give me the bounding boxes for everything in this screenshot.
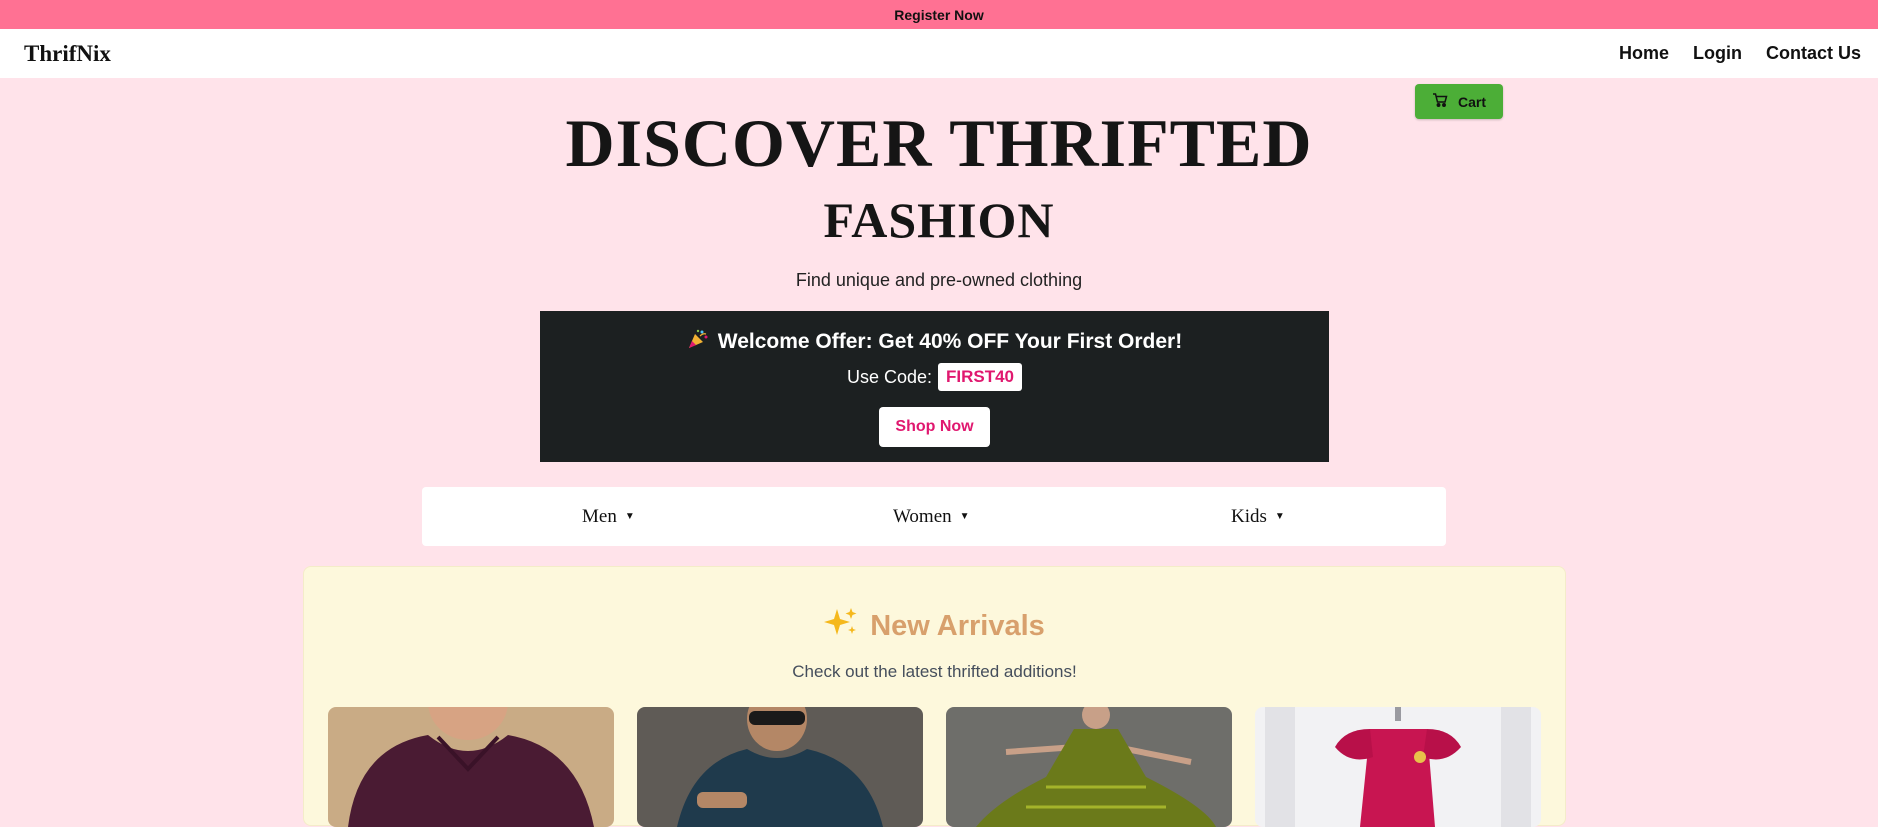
offer-title-row: Welcome Offer: Get 40% OFF Your First Or…: [540, 328, 1329, 356]
welcome-offer-banner: Welcome Offer: Get 40% OFF Your First Or…: [540, 311, 1329, 462]
hero-tagline: Find unique and pre-owned clothing: [795, 270, 1083, 290]
new-arrivals-title: New Arrivals: [870, 609, 1045, 642]
offer-code-label: Use Code:: [846, 366, 932, 387]
product-image-women-dress: [946, 707, 1232, 827]
new-arrivals-subtitle: Check out the latest thrifted additions!: [792, 662, 1077, 681]
offer-code-row: Use Code: FIRST40: [540, 363, 1329, 391]
chevron-down-icon: ▼: [1274, 511, 1285, 522]
product-image-men-polo: [328, 707, 614, 827]
category-kids-dropdown[interactable]: Kids ▼: [1231, 487, 1285, 546]
product-image-kids-dress: [1255, 707, 1541, 827]
product-card[interactable]: [1255, 707, 1541, 827]
hero-title: DISCOVER THRIFTED: [565, 105, 1313, 181]
category-men-label: Men: [582, 505, 617, 527]
category-kids-label: Kids: [1231, 505, 1267, 527]
category-men-dropdown[interactable]: Men ▼: [582, 487, 635, 546]
new-arrivals-section: New Arrivals Check out the latest thrift…: [303, 566, 1566, 827]
sparkles-icon: [824, 607, 858, 645]
nav-links: Home Login Contact Us: [1619, 43, 1861, 64]
category-bar: Men ▼ Women ▼ Kids ▼: [422, 487, 1446, 546]
offer-title: Welcome Offer: Get 40% OFF Your First Or…: [717, 330, 1183, 353]
register-now-link[interactable]: Register Now: [894, 7, 983, 23]
offer-code[interactable]: FIRST40: [938, 363, 1023, 391]
category-women-dropdown[interactable]: Women ▼: [893, 487, 970, 546]
brand-logo[interactable]: ThrifNix: [24, 41, 111, 67]
hero-subtitle: FASHION: [823, 192, 1055, 248]
chevron-down-icon: ▼: [959, 511, 970, 522]
top-banner: Register Now: [0, 0, 1878, 29]
product-card[interactable]: [637, 707, 923, 827]
navbar: ThrifNix Home Login Contact Us: [0, 29, 1878, 78]
party-popper-icon: [687, 328, 709, 356]
category-women-label: Women: [893, 505, 952, 527]
product-card[interactable]: [328, 707, 614, 827]
shop-now-button[interactable]: Shop Now: [879, 407, 990, 447]
chevron-down-icon: ▼: [624, 511, 635, 522]
product-image-men-shirt: [637, 707, 923, 827]
nav-home-link[interactable]: Home: [1619, 43, 1669, 64]
new-arrivals-heading: New Arrivals: [304, 607, 1565, 645]
product-card[interactable]: [946, 707, 1232, 827]
nav-contact-link[interactable]: Contact Us: [1766, 43, 1861, 64]
nav-login-link[interactable]: Login: [1693, 43, 1742, 64]
